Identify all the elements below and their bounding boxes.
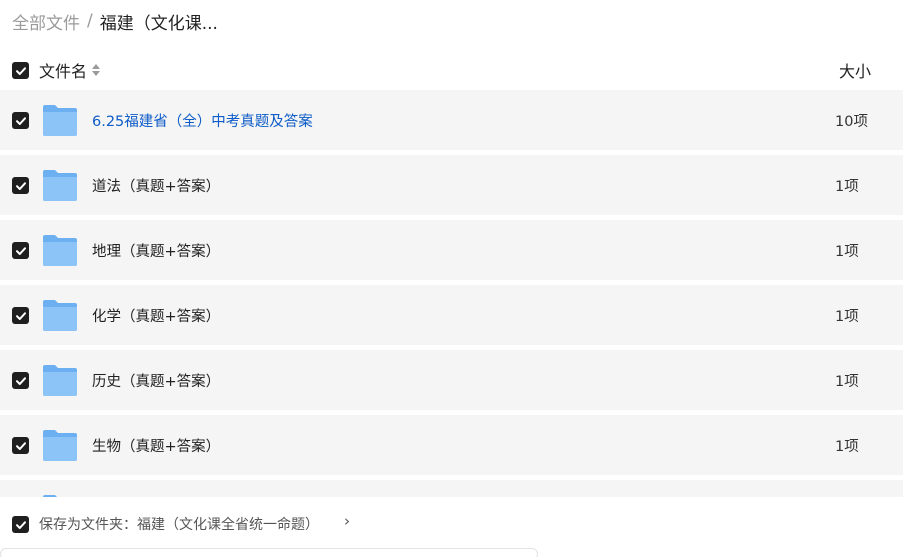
folder-name[interactable]: 道法（真题+答案） xyxy=(92,175,220,196)
folder-item-count: 1项 xyxy=(835,244,859,260)
folder-name[interactable]: 化学（真题+答案） xyxy=(92,305,220,326)
check-icon xyxy=(15,181,26,190)
list-item[interactable]: 化学（真题+答案） 1项 xyxy=(0,285,903,345)
file-list-header: 文件名 大小 xyxy=(0,56,903,84)
list-item[interactable]: 生物（真题+答案） 1项 xyxy=(0,415,903,475)
breadcrumb: 全部文件 / 福建（文化课... xyxy=(12,8,218,34)
breadcrumb-current: 福建（文化课... xyxy=(99,13,218,34)
folder-icon xyxy=(43,105,77,136)
check-icon xyxy=(15,520,26,529)
list-item[interactable]: 地理（真题+答案） 1项 xyxy=(0,220,903,280)
row-checkbox[interactable] xyxy=(12,177,29,194)
check-icon xyxy=(15,376,26,385)
folder-icon xyxy=(43,170,77,201)
column-header-size: 大小 xyxy=(839,62,872,81)
folder-icon xyxy=(43,495,57,497)
chevron-right-icon[interactable]: › xyxy=(344,512,350,530)
check-icon xyxy=(15,311,26,320)
row-checkbox[interactable] xyxy=(12,242,29,259)
folder-item-count: 10项 xyxy=(835,114,868,130)
row-checkbox[interactable] xyxy=(12,112,29,129)
folder-icon xyxy=(43,300,77,331)
save-as-folder-label[interactable]: 保存为文件夹：福建（文化课全省统一命题） xyxy=(39,514,319,534)
column-header-name[interactable]: 文件名 xyxy=(39,58,101,82)
folder-name-link[interactable]: 6.25福建省（全）中考真题及答案 xyxy=(92,110,313,131)
check-icon xyxy=(15,246,26,255)
sort-icon[interactable] xyxy=(92,64,101,76)
folder-icon xyxy=(43,365,77,396)
folder-name[interactable]: 生物（真题+答案） xyxy=(92,435,220,456)
row-checkbox[interactable] xyxy=(12,372,29,389)
column-header-name-label: 文件名 xyxy=(39,62,88,81)
list-item[interactable]: 历史（真题+答案） 1项 xyxy=(0,350,903,410)
check-icon xyxy=(15,66,26,75)
list-item[interactable]: 道法（真题+答案） 1项 xyxy=(0,155,903,215)
folder-item-count: 1项 xyxy=(835,374,859,390)
bottom-panel-edge xyxy=(0,548,538,557)
folder-icon xyxy=(43,430,77,461)
row-checkbox[interactable] xyxy=(12,437,29,454)
folder-name[interactable]: 地理（真题+答案） xyxy=(92,240,220,261)
check-icon xyxy=(15,116,26,125)
breadcrumb-separator: / xyxy=(87,11,93,31)
folder-item-count: 1项 xyxy=(835,179,859,195)
list-item[interactable]: 6.25福建省（全）中考真题及答案 10项 xyxy=(0,90,903,150)
check-icon xyxy=(15,441,26,450)
folder-item-count: 1项 xyxy=(835,439,859,455)
row-checkbox[interactable] xyxy=(12,307,29,324)
save-as-folder-bar: 保存为文件夹：福建（文化课全省统一命题） › xyxy=(0,508,903,540)
save-as-folder-checkbox[interactable] xyxy=(12,516,29,533)
folder-name[interactable]: 历史（真题+答案） xyxy=(92,370,220,391)
select-all-checkbox[interactable] xyxy=(12,62,29,79)
file-list: 6.25福建省（全）中考真题及答案 10项 道法（真题+答案） 1项 地理（真题… xyxy=(0,90,903,497)
folder-icon xyxy=(43,235,77,266)
breadcrumb-root-link[interactable]: 全部文件 xyxy=(12,9,80,34)
folder-item-count: 1项 xyxy=(835,309,859,325)
list-item[interactable] xyxy=(0,480,903,497)
